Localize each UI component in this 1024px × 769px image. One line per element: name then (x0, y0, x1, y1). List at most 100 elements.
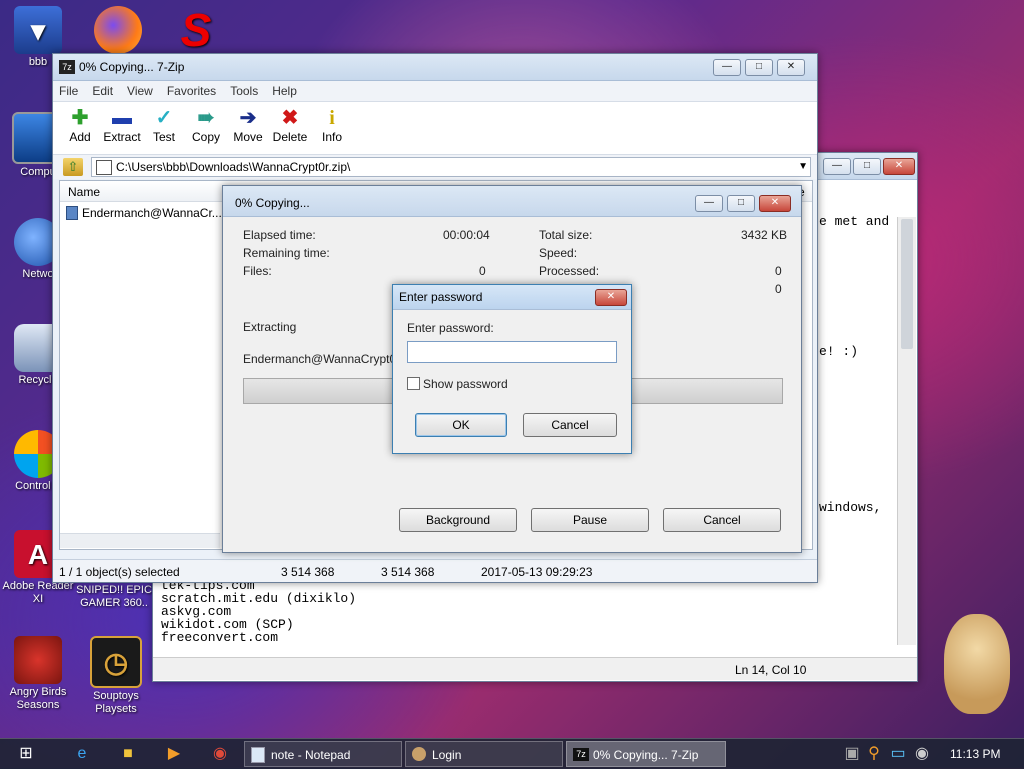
plus-icon: ✚ (71, 107, 89, 129)
delete-button[interactable]: ✖ Delete (269, 102, 311, 154)
selection-status: 1 / 1 object(s) selected (59, 565, 180, 579)
add-button[interactable]: ✚ Add (59, 102, 101, 154)
taskbar-item-notepad[interactable]: note - Notepad (244, 741, 402, 767)
ok-button[interactable]: OK (415, 413, 507, 437)
close-button[interactable]: ✕ (759, 195, 791, 212)
current-file-label: Endermanch@WannaCrypt0r.ex (243, 352, 416, 366)
file-explorer-icon[interactable]: ■ (118, 744, 138, 764)
info-icon: i (329, 107, 335, 129)
display-icon[interactable]: ▭ (888, 744, 908, 764)
desktop-icon-firefox[interactable] (80, 6, 156, 56)
angry-birds-icon (14, 636, 62, 684)
progress-titlebar[interactable]: 0% Copying... — □ ✕ (223, 186, 801, 217)
total-size-label: Total size: (539, 228, 593, 242)
background-button[interactable]: Background (399, 508, 517, 532)
volume-icon[interactable]: ◉ (912, 744, 932, 764)
minimize-button[interactable]: — (823, 158, 851, 175)
menu-help[interactable]: Help (272, 84, 297, 98)
test-button[interactable]: ✓ Test (143, 102, 185, 154)
s-logo-icon: S (180, 3, 212, 56)
taskbar-item-7zip[interactable]: 7z 0% Copying... 7-Zip (566, 741, 726, 767)
list-item[interactable]: Endermanch@WannaCr... (66, 205, 226, 221)
path-input[interactable]: C:\Users\bbb\Downloads\WannaCrypt0r.zip\… (91, 157, 811, 177)
file-name: Endermanch@WannaCr... (82, 206, 222, 220)
desktop-icon-label: SNIPED!! EPIC GAMER 360.. (76, 584, 152, 609)
packed-size-status: 3 514 368 (381, 565, 435, 579)
button-label: Add (69, 130, 91, 144)
taskbar-item-login[interactable]: Login (405, 741, 563, 767)
chevron-down-icon[interactable]: ▼ (798, 158, 808, 176)
desktop-icon-souptoys[interactable]: ◷ Souptoys Playsets (78, 636, 154, 716)
extract-button[interactable]: ▬ Extract (101, 102, 143, 154)
minus-icon: ▬ (112, 107, 132, 129)
search-icon[interactable]: ⚲ (864, 744, 884, 764)
clock[interactable]: 11:13 PM (950, 747, 1000, 761)
task-label: 0% Copying... 7-Zip (593, 748, 699, 762)
desktop-icon-s-app[interactable]: S (158, 6, 234, 56)
info-button[interactable]: i Info (311, 102, 353, 154)
text-fragment: e! :) (819, 344, 859, 359)
desktop-icon-label: Adobe Reader XI (2, 580, 74, 605)
media-player-icon[interactable]: ▶ (164, 744, 184, 764)
up-folder-icon[interactable]: ⇧ (63, 158, 83, 176)
menu-tools[interactable]: Tools (230, 84, 258, 98)
copy-arrow-icon: ➠ (197, 107, 215, 129)
menu-favorites[interactable]: Favorites (167, 84, 216, 98)
internet-explorer-icon[interactable]: e (72, 744, 92, 764)
cancel-button[interactable]: Cancel (523, 413, 617, 437)
menu-file[interactable]: File (59, 84, 78, 98)
pause-button[interactable]: Pause (531, 508, 649, 532)
desktop-icon-angry-birds[interactable]: Angry Birds Seasons (0, 636, 76, 712)
maximize-button[interactable]: □ (853, 158, 881, 175)
size-status: 3 514 368 (281, 565, 335, 579)
checkmark-icon: ✓ (155, 107, 173, 129)
move-arrow-icon: ➔ (239, 107, 257, 129)
dialog-title: 0% Copying... (235, 196, 310, 210)
file-icon (66, 206, 78, 220)
close-button[interactable]: ✕ (883, 158, 915, 175)
taskbar: ⊞ e ■ ▶ ◉ note - Notepad Login 7z 0% Cop… (0, 738, 1024, 769)
maximize-button[interactable]: □ (745, 59, 773, 76)
delete-x-icon: ✖ (281, 107, 299, 129)
chrome-icon[interactable]: ◉ (210, 744, 230, 764)
path-text: C:\Users\bbb\Downloads\WannaCrypt0r.zip\ (116, 160, 351, 174)
password-prompt: Enter password: (407, 321, 494, 335)
horizontal-scrollbar[interactable] (60, 533, 220, 548)
maximize-button[interactable]: □ (727, 195, 755, 212)
speed-label: Speed: (539, 246, 578, 260)
show-password-checkbox[interactable] (407, 377, 420, 390)
copy-button[interactable]: ➠ Copy (185, 102, 227, 154)
password-titlebar[interactable]: Enter password ✕ (393, 285, 631, 310)
notepad-icon (251, 747, 265, 763)
move-button[interactable]: ➔ Move (227, 102, 269, 154)
zip-folder-icon (96, 160, 112, 175)
total-size-value: 3432 KB (741, 228, 788, 242)
window-title: 0% Copying... 7-Zip (79, 60, 185, 74)
tray-app-icon[interactable]: ▣ (842, 744, 862, 764)
hamster-decoration (944, 614, 1010, 714)
close-button[interactable]: ✕ (595, 289, 627, 306)
password-dialog: Enter password ✕ Enter password: Show pa… (392, 284, 632, 454)
elapsed-time-label: Elapsed time: (243, 228, 316, 242)
remaining-time-label: Remaining time: (243, 246, 330, 260)
menu-view[interactable]: View (127, 84, 153, 98)
password-input[interactable] (407, 341, 617, 363)
modified-status: 2017-05-13 09:29:23 (481, 565, 593, 579)
column-header-name[interactable]: Name (68, 185, 100, 199)
minimize-button[interactable]: — (695, 195, 723, 212)
cancel-button[interactable]: Cancel (663, 508, 781, 532)
close-button[interactable]: ✕ (777, 59, 805, 76)
minimize-button[interactable]: — (713, 59, 741, 76)
menu-edit[interactable]: Edit (92, 84, 113, 98)
elapsed-time-value: 00:00:04 (443, 228, 490, 242)
desktop-icon-label: Souptoys Playsets (93, 690, 139, 715)
sevenzip-titlebar[interactable]: 7z 0% Copying... 7-Zip — □ ✕ (53, 54, 817, 81)
firefox-icon (94, 6, 142, 54)
text-fragment: windows, (819, 500, 882, 515)
notepad-scrollbar[interactable] (897, 217, 916, 645)
scrollbar-thumb[interactable] (901, 219, 913, 349)
souptoys-icon: ◷ (90, 636, 142, 688)
show-password-label[interactable]: Show password (423, 377, 508, 391)
windows-start-icon[interactable]: ⊞ (16, 744, 36, 764)
status-bar: 1 / 1 object(s) selected 3 514 368 3 514… (53, 559, 817, 582)
